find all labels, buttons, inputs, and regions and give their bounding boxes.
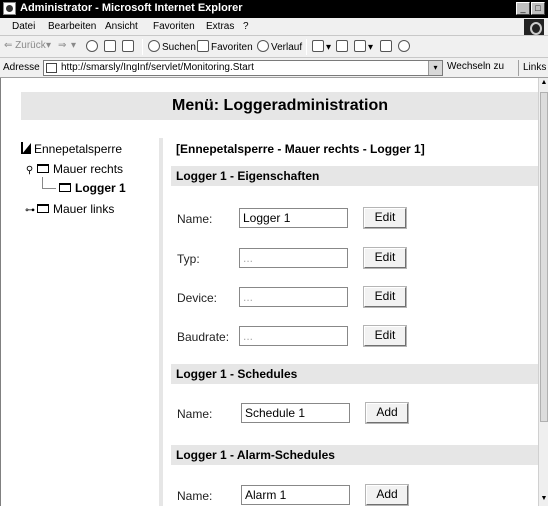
window-title: Administrator - Microsoft Internet Explo… [20,2,243,14]
favorites-icon [197,40,209,52]
collapse-toggle-icon[interactable]: ⚲ [25,165,34,176]
history-icon [257,40,269,52]
tree-item-ennepetalsperre[interactable]: Ennepetalsperre [21,142,122,156]
alarm-name-input[interactable] [241,485,350,505]
edit-baudrate-button[interactable]: Edit [364,326,406,346]
search-button[interactable]: Suchen [148,40,196,53]
tree-item-mauer-links[interactable]: ⊶ Mauer links [25,202,114,216]
tree-item-mauer-rechts[interactable]: ⚲ Mauer rechts [25,162,123,176]
menu-ansicht[interactable]: Ansicht [105,21,138,32]
menu-datei[interactable]: Datei [12,21,35,32]
address-label: Adresse [3,62,40,73]
baudrate-label: Baudrate: [177,330,230,344]
scroll-up-icon[interactable]: ▲ [539,78,548,88]
add-alarm-button[interactable]: Add [366,485,408,505]
forward-button[interactable]: ⇒ [58,40,66,51]
page-banner: Menü: Loggeradministration [21,92,538,120]
logger-type-input[interactable] [239,248,348,268]
edit-name-button[interactable]: Edit [364,208,406,228]
tree-connector [42,177,43,188]
toolbar-separator [306,39,307,55]
schedule-name-input[interactable] [241,403,350,423]
edit-icon [354,40,366,52]
page-viewport: Menü: Loggeradministration Ennepetalsper… [0,78,538,506]
favorites-button[interactable]: Favoriten [197,40,253,53]
menu-extras[interactable]: Extras [206,21,234,32]
ie-app-icon [3,2,16,15]
edit-button[interactable]: ▾ [354,40,373,53]
minimize-button[interactable]: _ [516,2,530,15]
home-icon[interactable] [122,40,136,53]
standard-toolbar: ⇐ Zurück ▾ ⇒ ▾ Suchen Favoriten Verlauf … [0,36,548,58]
discuss-icon[interactable] [380,40,394,53]
back-dropdown[interactable]: ▾ [46,40,51,51]
address-url: http://smarsly/IngInf/servlet/Monitoring… [61,62,254,73]
logger-name-input[interactable] [239,208,348,228]
section-alarm-header: Logger 1 - Alarm-Schedules [171,445,538,465]
schedule-name-label: Name: [177,407,213,421]
address-input[interactable]: http://smarsly/IngInf/servlet/Monitoring… [43,60,443,76]
scroll-down-icon[interactable]: ▼ [539,494,548,504]
menu-help[interactable]: ? [243,21,249,32]
print-icon[interactable] [336,40,350,53]
history-button[interactable]: Verlauf [257,40,302,53]
address-dropdown-icon[interactable]: ▾ [428,61,442,75]
maximize-button[interactable]: □ [531,2,545,15]
ie-throbber-icon [524,19,544,35]
logger-device-input[interactable] [239,287,348,307]
forward-dropdown[interactable]: ▾ [71,40,76,51]
mail-icon [312,40,324,52]
folder-icon [37,204,49,213]
expand-toggle-icon[interactable]: ⊶ [25,205,35,216]
section-schedules-header: Logger 1 - Schedules [171,364,538,384]
go-button[interactable]: Wechseln zu [447,61,504,72]
section-schedules-title: Logger 1 - Schedules [176,367,298,381]
mail-button[interactable]: ▾ [312,40,331,53]
add-schedule-button[interactable]: Add [366,403,408,423]
name-label: Name: [177,212,213,226]
toolbar-separator [142,39,143,55]
window-title-bar: Administrator - Microsoft Internet Explo… [0,0,548,18]
menu-bar: Datei Bearbeiten Ansicht Favoriten Extra… [0,18,548,36]
section-properties-title: Logger 1 - Eigenschaften [176,169,320,183]
logger-baudrate-input[interactable] [239,326,348,346]
breadcrumb: [Ennepetalsperre - Mauer rechts - Logger… [176,142,425,156]
section-properties-header: Logger 1 - Eigenschaften [171,166,538,186]
edit-type-button[interactable]: Edit [364,248,406,268]
menu-bearbeiten[interactable]: Bearbeiten [48,21,96,32]
edit-device-button[interactable]: Edit [364,287,406,307]
panel-divider [159,138,163,506]
messenger-icon[interactable] [398,40,412,53]
refresh-icon[interactable] [104,40,118,53]
vertical-scrollbar[interactable]: ▲ ▼ [538,78,548,506]
folder-icon [37,164,49,173]
device-label: Device: [177,291,218,305]
address-bar: Adresse http://smarsly/IngInf/servlet/Mo… [0,58,548,78]
tree-item-logger-1[interactable]: Logger 1 [59,181,126,195]
type-label: Typ: [177,252,200,266]
section-alarm-title: Logger 1 - Alarm-Schedules [176,448,335,462]
folder-icon [59,183,71,192]
back-button[interactable]: ⇐ Zurück [4,40,46,51]
stop-icon[interactable] [86,40,100,53]
dam-icon [21,142,33,154]
page-icon [46,63,57,73]
search-icon [148,40,160,52]
tree-connector [42,188,56,189]
scroll-thumb[interactable] [540,92,548,422]
links-button[interactable]: Links [518,60,548,76]
page-title: Menü: Loggeradministration [172,97,388,114]
alarm-name-label: Name: [177,489,213,503]
menu-favoriten[interactable]: Favoriten [153,21,195,32]
